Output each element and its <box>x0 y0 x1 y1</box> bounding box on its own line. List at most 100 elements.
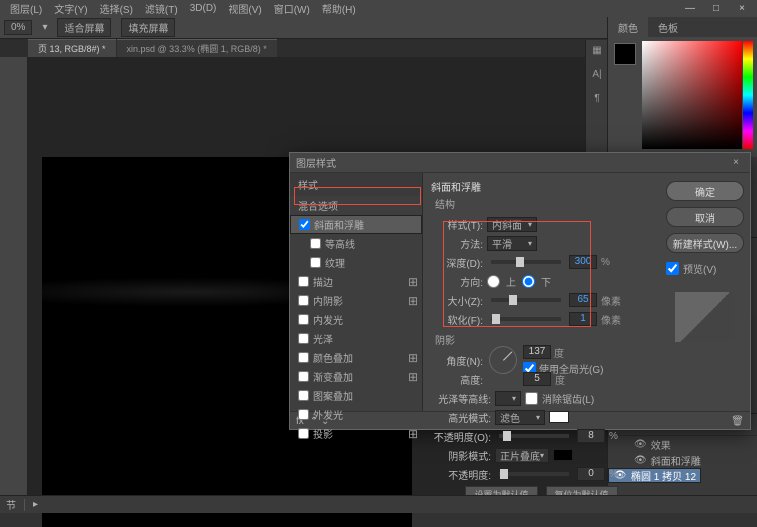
highlight-mode-select[interactable]: 滤色▾ <box>495 410 545 425</box>
style-checkbox[interactable] <box>298 409 309 420</box>
hue-slider[interactable] <box>743 41 753 149</box>
size-value[interactable]: 65 <box>569 293 597 307</box>
maximize-button[interactable]: □ <box>703 0 729 17</box>
soften-unit: 像素 <box>601 312 621 327</box>
new-style-button[interactable]: 新建样式(W)... <box>666 233 744 253</box>
color-tab[interactable]: 颜色 <box>608 17 648 38</box>
style-pattern-overlay[interactable]: 图案叠加 <box>290 386 422 405</box>
foreground-swatch[interactable] <box>614 43 636 65</box>
blend-options-row[interactable]: 混合选项 <box>290 196 422 215</box>
technique-select[interactable]: 平滑▾ <box>487 236 537 251</box>
angle-control[interactable] <box>489 346 517 374</box>
angle-value[interactable]: 137 <box>523 345 551 359</box>
menu-help[interactable]: 帮助(H) <box>316 1 362 16</box>
highlight-opacity-value[interactable]: 8 <box>577 429 605 443</box>
add-icon[interactable]: ⊞ <box>408 370 418 384</box>
style-outer-glow[interactable]: 外发光 <box>290 405 422 424</box>
preview-checkbox[interactable] <box>666 262 679 275</box>
style-label: 渐变叠加 <box>313 369 353 384</box>
shadow-color-swatch[interactable] <box>553 449 573 461</box>
contour-select[interactable]: ▾ <box>495 391 521 406</box>
dialog-close-button[interactable]: × <box>728 157 744 168</box>
style-checkbox[interactable] <box>298 276 309 287</box>
menu-type[interactable]: 文字(Y) <box>48 1 93 16</box>
style-value: 内斜面 <box>492 217 522 232</box>
status-zoom: 节 <box>6 497 16 512</box>
panel-icon-1[interactable]: ▦ <box>586 40 608 62</box>
dir-down-radio[interactable] <box>522 275 535 288</box>
status-arrow-icon[interactable]: ▸ <box>33 499 38 510</box>
dir-up-radio[interactable] <box>487 275 500 288</box>
style-bevel-emboss[interactable]: 斜面和浮雕 <box>290 215 422 234</box>
menu-view[interactable]: 视图(V) <box>222 1 267 16</box>
style-inner-shadow[interactable]: 内阴影⊞ <box>290 291 422 310</box>
menu-layer[interactable]: 图层(L) <box>4 1 48 16</box>
direction-label: 方向: <box>431 274 483 289</box>
swatches-tab[interactable]: 色板 <box>648 17 688 38</box>
add-icon[interactable]: ⊞ <box>408 427 418 441</box>
minimize-button[interactable]: — <box>677 0 703 17</box>
color-panel-header: 颜色 色板 <box>608 17 757 37</box>
trash-icon[interactable]: 🗑 <box>731 416 744 427</box>
size-slider[interactable] <box>491 298 561 302</box>
style-label: 图案叠加 <box>313 388 353 403</box>
style-gradient-overlay[interactable]: 渐变叠加 ⊞ <box>290 367 422 386</box>
tab-doc-1[interactable]: 页 13, RGB/8#) * <box>28 39 116 57</box>
panel-icon-2[interactable]: A| <box>586 64 608 86</box>
style-checkbox[interactable] <box>299 219 310 230</box>
style-inner-glow[interactable]: 内发光 <box>290 310 422 329</box>
style-satin[interactable]: 光泽 <box>290 329 422 348</box>
zoom-level[interactable]: 0% <box>4 20 32 35</box>
add-icon[interactable]: ⊞ <box>408 294 418 308</box>
style-checkbox[interactable] <box>298 295 309 306</box>
style-color-overlay[interactable]: 颜色叠加⊞ <box>290 348 422 367</box>
highlight-mode-label: 高光模式: <box>431 410 491 425</box>
style-select[interactable]: 内斜面▾ <box>487 217 537 232</box>
style-checkbox[interactable] <box>298 390 309 401</box>
style-checkbox[interactable] <box>298 333 309 344</box>
direction-radio[interactable]: 上下 <box>487 274 551 289</box>
style-texture[interactable]: 纹理 <box>290 253 422 272</box>
altitude-value[interactable]: 5 <box>523 372 551 386</box>
menu-window[interactable]: 窗口(W) <box>268 1 316 16</box>
menu-select[interactable]: 选择(S) <box>94 1 139 16</box>
dialog-titlebar[interactable]: 图层样式 × <box>290 153 750 173</box>
style-checkbox[interactable] <box>298 371 309 382</box>
style-checkbox[interactable] <box>298 314 309 325</box>
style-checkbox[interactable] <box>298 428 309 439</box>
tab-doc-2[interactable]: xin.psd @ 33.3% (椭圆 1, RGB/8) * <box>117 39 277 57</box>
soften-value[interactable]: 1 <box>569 312 597 326</box>
shadow-opacity-slider[interactable] <box>499 472 569 476</box>
highlight-color-swatch[interactable] <box>549 411 569 423</box>
color-field[interactable] <box>642 41 742 149</box>
styles-header: 样式 <box>290 173 422 196</box>
ok-button[interactable]: 确定 <box>666 181 744 201</box>
menu-3d[interactable]: 3D(D) <box>184 3 223 14</box>
cancel-button[interactable]: 取消 <box>666 207 744 227</box>
color-picker[interactable] <box>608 37 757 157</box>
style-drop-shadow[interactable]: 投影⊞ <box>290 424 422 443</box>
fit-screen-button[interactable]: 适合屏幕 <box>57 18 111 37</box>
style-checkbox[interactable] <box>310 238 321 249</box>
style-stroke[interactable]: 描边⊞ <box>290 272 422 291</box>
menubar: 图层(L) 文字(Y) 选择(S) 滤镜(T) 3D(D) 视图(V) 窗口(W… <box>0 0 757 17</box>
depth-value[interactable]: 300 <box>569 255 597 269</box>
soften-slider[interactable] <box>491 317 561 321</box>
shadow-opacity-value[interactable]: 0 <box>577 467 605 481</box>
add-icon[interactable]: ⊞ <box>408 351 418 365</box>
shadow-mode-select[interactable]: 正片叠底▾ <box>495 448 549 463</box>
style-checkbox[interactable] <box>310 257 321 268</box>
close-button[interactable]: × <box>729 0 755 17</box>
antialias-checkbox[interactable] <box>525 392 538 405</box>
style-contour[interactable]: 等高线 <box>290 234 422 253</box>
style-checkbox[interactable] <box>298 352 309 363</box>
highlight-opacity-slider[interactable] <box>499 434 569 438</box>
shadow-opacity-label: 不透明度: <box>431 467 491 482</box>
panel-icon-3[interactable]: ¶ <box>586 88 608 110</box>
add-icon[interactable]: ⊞ <box>408 275 418 289</box>
fill-screen-button[interactable]: 填充屏幕 <box>121 18 175 37</box>
menu-filter[interactable]: 滤镜(T) <box>139 1 184 16</box>
depth-slider[interactable] <box>491 260 561 264</box>
soften-label: 软化(F): <box>431 312 483 327</box>
tool-strip[interactable] <box>0 57 28 495</box>
